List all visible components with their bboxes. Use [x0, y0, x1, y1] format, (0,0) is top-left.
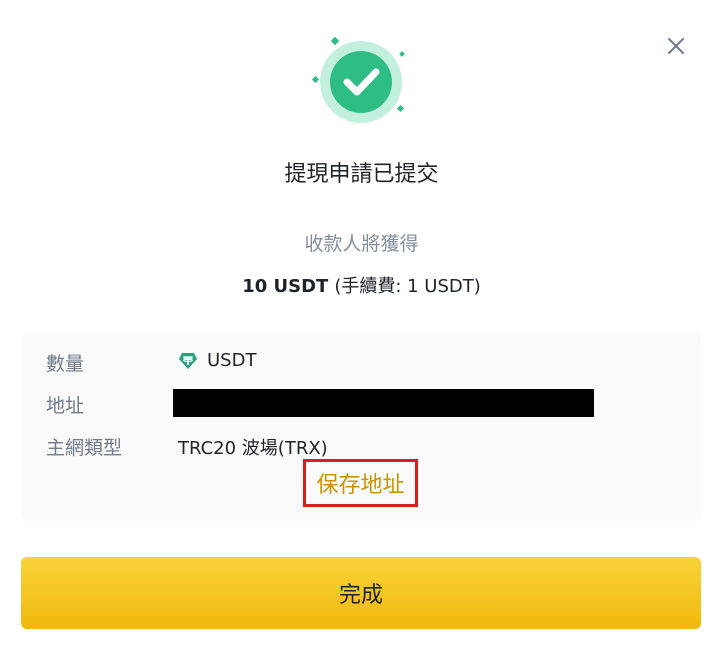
- network-value: TRC20 波場(TRX): [178, 438, 328, 459]
- network-label: 主網類型: [46, 437, 123, 459]
- fee-text: (手續費: 1 USDT): [334, 276, 481, 297]
- success-check-icon: [305, 30, 417, 130]
- close-button[interactable]: [660, 30, 692, 62]
- recipient-receives-label: 收款人將獲得: [304, 233, 419, 255]
- withdrawal-details-panel: 數量 USDT 地址 主網類型 TRC20 波場(TRX) 保存地址: [21, 334, 701, 521]
- quantity-value-row: USDT: [178, 350, 256, 371]
- received-amount: 10 USDT: [242, 276, 329, 297]
- quantity-label: 數量: [46, 353, 85, 375]
- close-icon: [668, 38, 684, 54]
- address-value-redacted: [173, 389, 594, 417]
- address-label: 地址: [46, 395, 85, 417]
- amount-line: 10 USDT (手續費: 1 USDT): [0, 272, 723, 298]
- dialog-title: 提現申請已提交: [284, 162, 439, 187]
- quantity-value: USDT: [207, 350, 257, 371]
- withdrawal-success-dialog: 提現申請已提交 收款人將獲得 10 USDT (手續費: 1 USDT) 數量 U…: [0, 0, 723, 662]
- save-address-link[interactable]: 保存地址: [303, 459, 418, 507]
- tether-icon: [179, 352, 197, 369]
- done-button[interactable]: 完成: [21, 557, 701, 629]
